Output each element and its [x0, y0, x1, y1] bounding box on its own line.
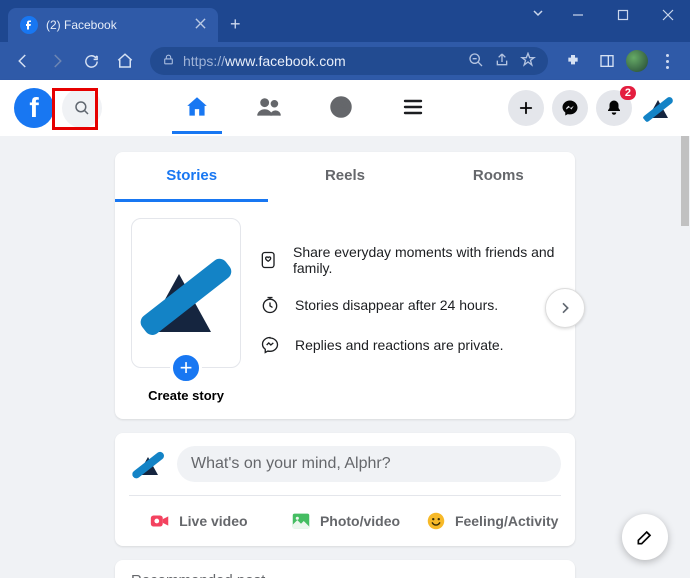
- back-button[interactable]: [8, 46, 38, 76]
- window-maximize-button[interactable]: [600, 0, 645, 30]
- window-titlebar: (2) Facebook +: [0, 0, 690, 42]
- edit-fab-button[interactable]: [622, 514, 668, 560]
- story-hint: Stories disappear after 24 hours.: [259, 294, 559, 316]
- forward-button[interactable]: [42, 46, 72, 76]
- tab-reels[interactable]: Reels: [268, 152, 421, 202]
- photo-video-button[interactable]: Photo/video: [272, 502, 419, 540]
- feeling-activity-button[interactable]: Feeling/Activity: [418, 502, 565, 540]
- profile-avatar-icon[interactable]: [626, 50, 648, 72]
- messenger-outline-icon: [259, 334, 281, 356]
- composer-input[interactable]: What's on your mind, Alphr?: [177, 446, 561, 482]
- story-hint: Share everyday moments with friends and …: [259, 244, 559, 276]
- window-minimize-button[interactable]: [555, 0, 600, 30]
- browser-menu-button[interactable]: [652, 46, 682, 76]
- messenger-button[interactable]: [552, 90, 588, 126]
- reload-button[interactable]: [76, 46, 106, 76]
- clock-icon: [259, 294, 281, 316]
- nav-home-tab[interactable]: [172, 82, 222, 134]
- create-story-tile[interactable]: + Create story: [131, 218, 241, 403]
- nav-menu-tab[interactable]: [388, 82, 438, 134]
- plus-icon: +: [170, 352, 202, 384]
- url-text: https://www.facebook.com: [183, 53, 346, 69]
- tab-search-chevron-icon[interactable]: [521, 0, 555, 24]
- zoom-icon[interactable]: [468, 52, 484, 71]
- create-story-label: Create story: [131, 388, 241, 403]
- close-tab-icon[interactable]: [195, 18, 206, 32]
- new-tab-button[interactable]: +: [218, 4, 253, 35]
- recommended-heading: Recommended post: [115, 560, 575, 578]
- facebook-logo[interactable]: f: [14, 88, 54, 128]
- browser-tab[interactable]: (2) Facebook: [8, 8, 218, 42]
- share-icon[interactable]: [494, 52, 510, 71]
- facebook-header: f 2: [0, 80, 690, 136]
- composer-avatar[interactable]: [129, 445, 167, 483]
- annotation-highlight-box: [52, 88, 98, 130]
- nav-groups-tab[interactable]: [316, 82, 366, 134]
- facebook-favicon: [20, 16, 38, 34]
- tab-stories[interactable]: Stories: [115, 152, 268, 202]
- bookmark-star-icon[interactable]: [520, 52, 536, 71]
- notifications-button[interactable]: 2: [596, 90, 632, 126]
- scrollbar-thumb[interactable]: [681, 136, 689, 226]
- recommended-post-card: Recommended post: [115, 560, 575, 578]
- composer-card: What's on your mind, Alphr? Live video P…: [115, 433, 575, 546]
- live-video-button[interactable]: Live video: [125, 502, 272, 540]
- stories-next-button[interactable]: [545, 288, 585, 328]
- window-close-button[interactable]: [645, 0, 690, 30]
- address-bar[interactable]: https://www.facebook.com: [150, 47, 548, 75]
- tab-rooms[interactable]: Rooms: [422, 152, 575, 202]
- create-button[interactable]: [508, 90, 544, 126]
- account-menu-button[interactable]: [640, 90, 676, 126]
- side-panel-icon[interactable]: [592, 46, 622, 76]
- browser-toolbar: https://www.facebook.com: [0, 42, 690, 80]
- stories-card: Stories Reels Rooms + Create story Share…: [115, 152, 575, 419]
- lock-icon: [162, 53, 175, 69]
- nav-friends-tab[interactable]: [244, 82, 294, 134]
- tab-title: (2) Facebook: [46, 18, 187, 32]
- home-button[interactable]: [110, 46, 140, 76]
- heart-card-icon: [259, 249, 279, 271]
- extensions-icon[interactable]: [558, 46, 588, 76]
- story-hint: Replies and reactions are private.: [259, 334, 559, 356]
- notification-badge: 2: [620, 86, 636, 100]
- news-feed: Stories Reels Rooms + Create story Share…: [0, 136, 690, 578]
